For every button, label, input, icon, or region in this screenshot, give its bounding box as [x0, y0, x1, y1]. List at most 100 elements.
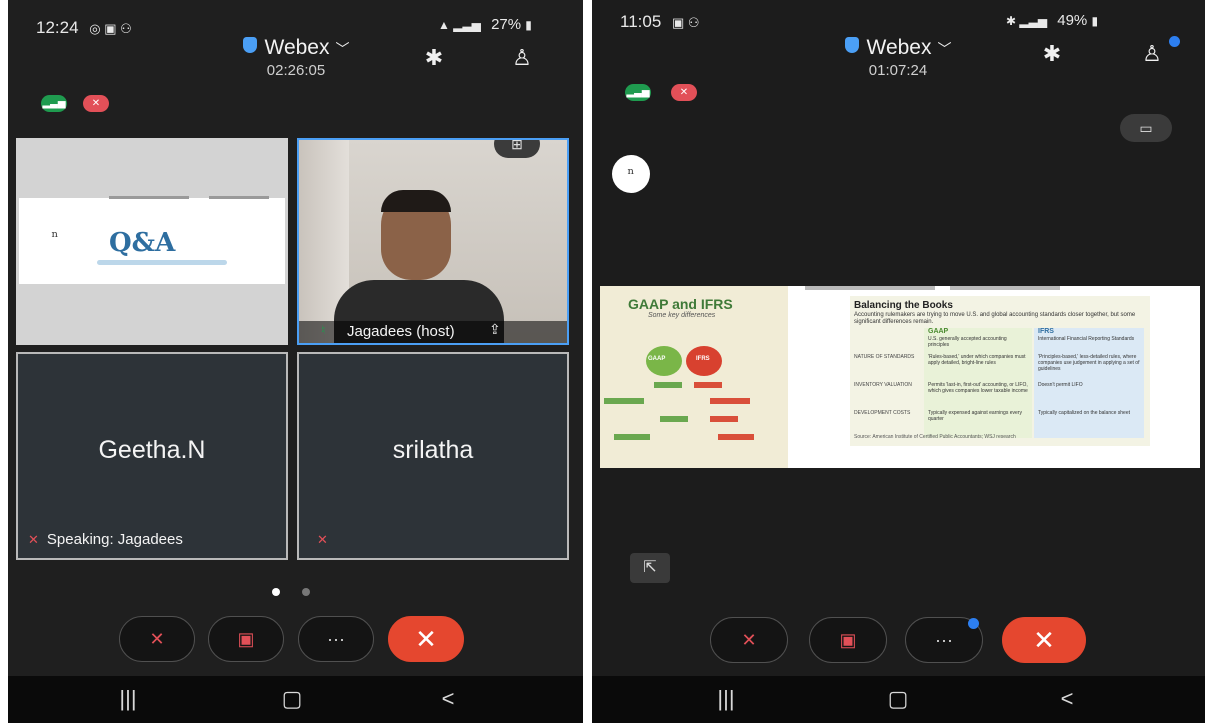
- slide-bar: [654, 382, 682, 388]
- recents-nav-icon[interactable]: |||: [108, 684, 148, 714]
- status-bar-time: 11:05 ▣ ⚇: [620, 12, 700, 32]
- video-off-icon: ▣: [839, 630, 857, 650]
- back-nav-icon[interactable]: <: [428, 684, 468, 714]
- slide-subtitle: Accounting rulemakers are trying to move…: [854, 312, 1136, 325]
- shield-icon: [242, 37, 257, 53]
- slide-bar: [614, 434, 650, 440]
- shared-content-tile[interactable]: Q&A ⁿ: [16, 138, 288, 345]
- participants-icon[interactable]: ♙: [506, 42, 538, 74]
- slide-bar: [950, 286, 1060, 290]
- notification-badge: [968, 618, 979, 629]
- end-call-button[interactable]: ✕: [1002, 617, 1086, 663]
- mic-off-icon: ✕: [149, 629, 165, 649]
- slide-source: Source: American Institute of Certified …: [854, 434, 1016, 440]
- slide-left-title: GAAP and IFRS: [628, 296, 733, 312]
- back-nav-icon[interactable]: <: [1047, 684, 1087, 714]
- close-icon: ✕: [1033, 625, 1055, 655]
- row-label: DEVELOPMENT COSTS: [854, 410, 911, 416]
- stop-video-button[interactable]: ▣: [208, 616, 284, 662]
- participant-name: Geetha.N: [98, 436, 206, 464]
- meeting-title[interactable]: Webex ﹀ 02:26:05: [226, 36, 366, 79]
- video-off-icon: ▣: [237, 629, 255, 649]
- annotate-icon[interactable]: ⁿ: [612, 155, 650, 193]
- mute-status-pill[interactable]: ✕: [83, 95, 109, 112]
- network-quality-pill[interactable]: ▂▃▅: [625, 84, 651, 101]
- more-options-button[interactable]: ···: [298, 616, 374, 662]
- row-label: NATURE OF STANDARDS: [854, 354, 915, 360]
- host-label: Jagadees (host): [347, 323, 455, 340]
- share-indicator-icon: ⇪: [489, 321, 501, 337]
- recents-nav-icon[interactable]: |||: [706, 684, 746, 714]
- slide-bar: [694, 382, 722, 388]
- bluetooth-icon[interactable]: ✱: [1036, 38, 1068, 70]
- right-phone-screen: 11:05 ▣ ⚇ ✱ ▂▃▅ 49% ▮ Webex ﹀ 01:07:24 ✱ …: [592, 0, 1205, 723]
- page-indicator[interactable]: [302, 588, 310, 596]
- host-caption-bar: ♮ Jagadees (host) ⇪: [299, 321, 567, 343]
- signal-icon: ▲ ▂▃▅: [438, 18, 481, 32]
- chevron-down-icon: ﹀: [335, 41, 350, 57]
- ifrs-subheader: International Financial Reporting Standa…: [1038, 336, 1135, 342]
- slide-underline: [97, 260, 227, 265]
- home-nav-icon[interactable]: ▢: [878, 684, 918, 714]
- tile-caption: ✕: [317, 531, 336, 548]
- slide-bar: [805, 286, 935, 290]
- slide-bar: [209, 196, 269, 199]
- shield-icon: [844, 37, 859, 53]
- bluetooth-icon[interactable]: ✱: [418, 42, 450, 74]
- row-gaap: 'Rules-based,' under which companies mus…: [928, 354, 1026, 366]
- row-gaap: Permits 'last-in, first-out' accounting,…: [928, 382, 1028, 394]
- gaap-header: GAAP: [928, 328, 949, 335]
- apple-label-ifrs: IFRS: [696, 356, 710, 362]
- status-notification-icons: ◎ ▣ ⚇: [89, 21, 132, 36]
- network-quality-pill[interactable]: ▂▃▅: [41, 95, 67, 112]
- signal-bars-icon: ▂▃▅: [626, 87, 650, 98]
- shared-slide[interactable]: GAAP and IFRS Some key differences GAAP …: [600, 286, 1200, 468]
- mic-off-icon: ✕: [91, 98, 101, 109]
- annotate-icon[interactable]: ⁿ: [38, 220, 72, 254]
- slide-bar: [109, 196, 189, 199]
- share-screen-icon[interactable]: ⇱: [630, 553, 670, 583]
- mic-off-icon: ✕: [317, 532, 328, 547]
- status-time: 12:24: [36, 18, 79, 37]
- android-nav-bar: ||| ▢ <: [8, 676, 583, 723]
- mic-off-icon: ✕: [679, 87, 689, 98]
- slide-bar: [710, 416, 738, 422]
- layout-toggle-icon[interactable]: ▭: [1120, 114, 1172, 142]
- status-notification-icons: ▣ ⚇: [672, 15, 700, 30]
- slide-bar: [718, 434, 754, 440]
- battery-icon: ▮: [1091, 14, 1099, 28]
- mute-button[interactable]: ✕: [119, 616, 195, 662]
- page-indicator-active[interactable]: [272, 588, 280, 596]
- host-video-tile[interactable]: ♮ Jagadees (host) ⇪ ⊞: [297, 138, 569, 345]
- call-timer: 02:26:05: [266, 62, 326, 79]
- mute-button[interactable]: ✕: [710, 617, 788, 663]
- end-call-button[interactable]: ✕: [388, 616, 464, 662]
- mic-off-icon: ✕: [28, 532, 39, 547]
- home-nav-icon[interactable]: ▢: [272, 684, 312, 714]
- layout-grid-icon[interactable]: ⊞: [494, 140, 540, 158]
- mute-status-pill[interactable]: ✕: [671, 84, 697, 101]
- participants-icon[interactable]: ♙: [1136, 38, 1168, 70]
- participant-tile-srilatha[interactable]: srilatha ✕: [297, 352, 569, 560]
- host-hair: [381, 190, 451, 212]
- battery-percent: 27%: [491, 16, 522, 33]
- slide-left-subtitle: Some key differences: [648, 312, 716, 319]
- status-bar-right: ▲ ▂▃▅ 27% ▮: [438, 16, 532, 33]
- gaap-subheader: U.S. generally accepted accounting princ…: [928, 336, 1007, 348]
- mic-off-icon: ✕: [741, 630, 757, 650]
- notification-badge: [1169, 36, 1180, 47]
- battery-percent: 49%: [1057, 12, 1088, 29]
- chevron-down-icon: ﹀: [937, 41, 952, 57]
- row-ifrs: 'Principles-based,' less-detailed rules,…: [1038, 354, 1140, 372]
- slide-bar: [660, 416, 688, 422]
- mic-on-icon: ♮: [321, 323, 326, 337]
- more-icon: ···: [935, 630, 953, 650]
- speaking-label: Speaking: Jagadees: [46, 531, 183, 548]
- participant-name: srilatha: [392, 436, 474, 464]
- close-icon: ✕: [415, 624, 437, 654]
- meeting-title[interactable]: Webex ﹀ 01:07:24: [828, 36, 968, 79]
- ifrs-header: IFRS: [1038, 328, 1054, 335]
- participant-tile-geetha[interactable]: Geetha.N ✕ Speaking: Jagadees: [16, 352, 288, 560]
- stop-video-button[interactable]: ▣: [809, 617, 887, 663]
- right-meeting-screen: 11:05 ▣ ⚇ ✱ ▂▃▅ 49% ▮ Webex ﹀ 01:07:24 ✱ …: [592, 0, 1205, 676]
